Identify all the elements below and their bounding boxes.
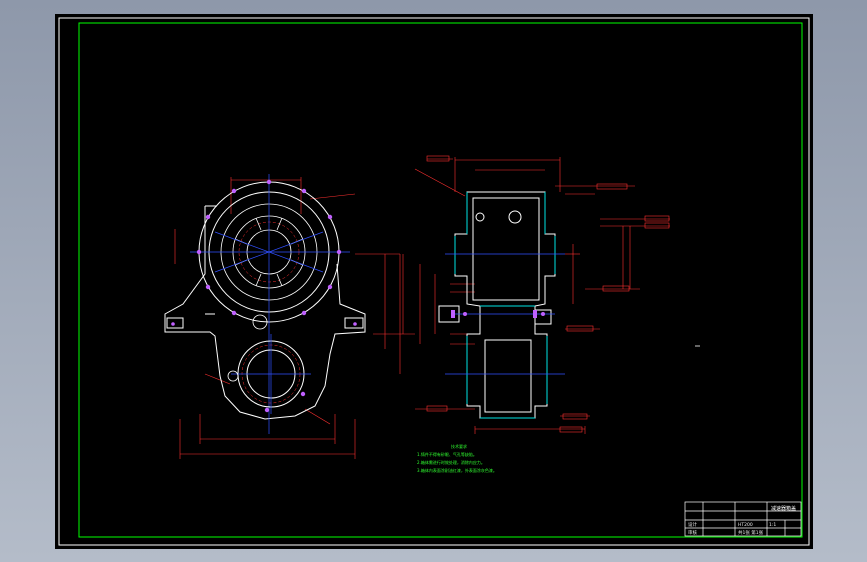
side-view-dimensions (399, 157, 670, 434)
upper-bearing-boss (190, 174, 350, 434)
bolt-holes (171, 179, 357, 413)
designer-label: 设计 (688, 521, 697, 528)
drawing-sheet: 技术要求 1.铸件不得有砂眼、气孔等缺陷。 2.箱体需进行时效处理，消除内应力。… (55, 14, 813, 549)
note-line-2: 2.箱体需进行时效处理，消除内应力。 (417, 459, 485, 465)
lower-bearing-boss (227, 314, 311, 414)
section-outline (438, 191, 556, 419)
note-line-1: 1.铸件不得有砂眼、气孔等缺陷。 (417, 451, 477, 457)
title-block: 减速器箱盖 HT200 1:1 设计 审核 共1张 第1张 (684, 501, 802, 537)
checker-label: 审核 (688, 529, 697, 536)
housing-outline (164, 205, 366, 420)
scale: 1:1 (769, 522, 776, 528)
drawing-title: 减速器箱盖 (771, 505, 796, 512)
sheet-count: 共1张 第1张 (738, 529, 764, 536)
technical-notes: 技术要求 1.铸件不得有砂眼、气孔等缺陷。 2.箱体需进行时效处理，消除内应力。… (417, 443, 497, 473)
front-view (164, 174, 415, 459)
front-view-dimensions (174, 177, 415, 459)
material: HT200 (738, 522, 753, 528)
side-section-view (399, 157, 670, 434)
cad-drawing: 技术要求 1.铸件不得有砂眼、气孔等缺陷。 2.箱体需进行时效处理，消除内应力。… (58, 17, 810, 546)
notes-heading: 技术要求 (451, 443, 467, 449)
outer-frame (58, 17, 810, 546)
note-line-3: 3.箱体内表面涂耐油红漆，外表面涂灰色漆。 (417, 467, 497, 473)
dimension-label-boxes (426, 155, 670, 433)
cad-viewport[interactable]: 技术要求 1.铸件不得有砂眼、气孔等缺陷。 2.箱体需进行时效处理，消除内应力。… (0, 0, 867, 562)
